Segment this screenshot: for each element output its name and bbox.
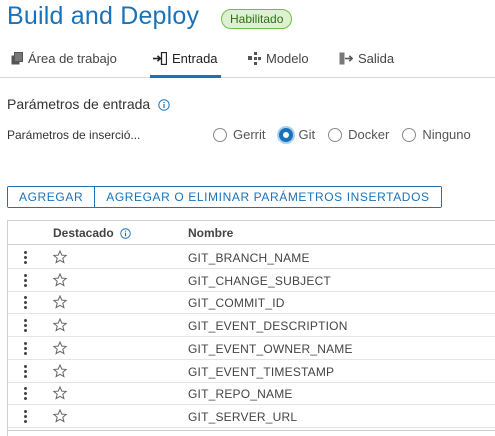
star-icon[interactable] (52, 385, 68, 405)
action-button-group: AGREGAR AGREGAR O ELIMINAR PARÁMETROS IN… (7, 186, 442, 208)
model-icon (248, 52, 261, 65)
insert-params-label: Parámetros de inserció... (7, 128, 141, 142)
parameter-name: GIT_EVENT_TIMESTAMP (188, 364, 335, 379)
table-row[interactable]: GIT_EVENT_OWNER_NAME (8, 337, 495, 360)
parameter-name: GIT_CHANGE_SUBJECT (188, 273, 331, 288)
row-actions-icon[interactable] (21, 364, 29, 379)
table-header: Destacado Nombre (8, 221, 495, 245)
workspace-icon (11, 52, 23, 65)
parameter-name: GIT_COMMIT_ID (188, 296, 285, 311)
radio-button[interactable] (213, 127, 227, 142)
tab-area-de-trabajo[interactable]: Área de trabajo (11, 40, 117, 77)
input-icon (153, 52, 167, 65)
star-icon[interactable] (52, 295, 68, 314)
radio-label: Ninguno (422, 127, 471, 142)
tab-entrada[interactable]: Entrada (150, 40, 221, 78)
column-header-destacado[interactable]: Destacado (53, 226, 131, 240)
radio-button[interactable] (328, 127, 343, 142)
radio-button[interactable] (402, 127, 417, 142)
radio-label: Git (298, 127, 316, 142)
section-title: Parámetros de entrada (7, 96, 170, 112)
row-actions-icon[interactable] (21, 273, 29, 288)
row-actions-icon[interactable] (21, 250, 29, 265)
star-icon[interactable] (52, 249, 68, 269)
tab-label: Entrada (172, 51, 218, 66)
page-title: Build and Deploy (7, 2, 200, 30)
row-actions-icon[interactable] (21, 386, 29, 401)
parameter-name: GIT_REPO_NAME (188, 387, 293, 402)
row-actions-icon[interactable] (21, 295, 29, 310)
star-icon[interactable] (52, 408, 68, 428)
table-row[interactable]: GIT_BRANCH_NAME (8, 246, 495, 269)
table-row[interactable]: GIT_REPO_NAME (8, 382, 495, 406)
info-icon[interactable] (119, 227, 131, 239)
parameter-name: GIT_SERVER_URL (188, 409, 298, 424)
tab-label: Área de trabajo (28, 51, 117, 66)
table-footer (8, 430, 495, 432)
row-actions-icon[interactable] (21, 341, 29, 356)
tab-label: Modelo (266, 51, 309, 66)
radio-gerrit[interactable]: Gerrit (213, 127, 266, 142)
table-row[interactable]: GIT_EVENT_DESCRIPTION (8, 314, 495, 338)
parameter-name: GIT_EVENT_OWNER_NAME (188, 341, 353, 356)
star-icon[interactable] (52, 272, 68, 292)
section-title-text: Parámetros de entrada (7, 96, 151, 112)
parameters-table: Destacado Nombre GIT_BRANCH_NAME GIT_CHAN… (7, 220, 495, 436)
star-icon[interactable] (52, 340, 68, 360)
parameter-name: GIT_BRANCH_NAME (188, 251, 310, 265)
table-row[interactable]: GIT_EVENT_TIMESTAMP (8, 360, 495, 383)
table-row[interactable]: GIT_CHANGE_SUBJECT (8, 269, 495, 292)
table-row[interactable]: GIT_SERVER_URL (8, 405, 495, 428)
column-header-label: Destacado (53, 226, 114, 240)
table-row[interactable]: GIT_COMMIT_ID (8, 291, 495, 315)
radio-label: Docker (348, 127, 390, 142)
radio-docker[interactable]: Docker (328, 127, 389, 142)
tab-modelo[interactable]: Modelo (248, 40, 309, 77)
source-radio-group: Gerrit Git Docker Ninguno (213, 127, 484, 142)
star-icon[interactable] (52, 317, 68, 337)
row-actions-icon[interactable] (21, 409, 29, 424)
radio-git[interactable]: Git (278, 127, 316, 142)
parameter-name: GIT_EVENT_DESCRIPTION (188, 319, 348, 334)
tab-bar: Área de trabajo Entrada Modelo Salida (0, 40, 495, 78)
tab-salida[interactable]: Salida (339, 40, 394, 77)
radio-button[interactable] (278, 127, 293, 142)
column-header-nombre[interactable]: Nombre (188, 226, 233, 240)
tab-label: Salida (358, 51, 395, 66)
status-badge: Habilitado (221, 9, 293, 29)
add-remove-params-button[interactable]: AGREGAR O ELIMINAR PARÁMETROS INSERTADOS (94, 187, 441, 207)
output-icon (339, 52, 353, 65)
radio-ninguno[interactable]: Ninguno (402, 127, 471, 142)
radio-label: Gerrit (233, 127, 266, 142)
row-actions-icon[interactable] (21, 318, 29, 333)
add-button[interactable]: AGREGAR (8, 187, 95, 207)
star-icon[interactable] (52, 363, 68, 383)
info-icon[interactable] (158, 99, 170, 111)
